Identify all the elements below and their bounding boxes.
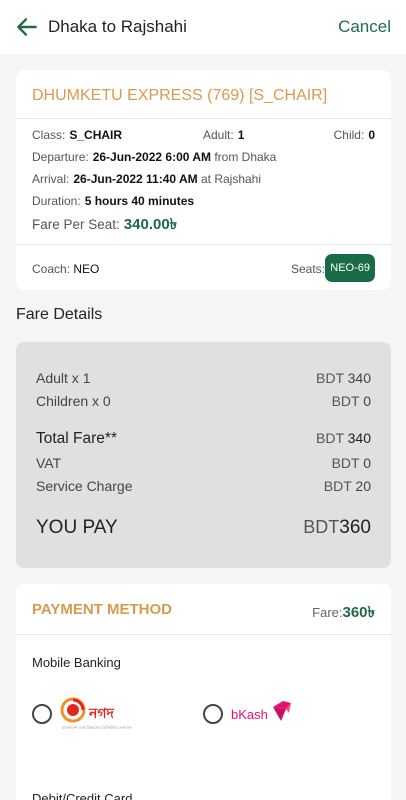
payment-method-title: PAYMENT METHOD (32, 601, 173, 618)
seats-label: Seats: (290, 262, 325, 276)
bkash-radio[interactable] (203, 704, 223, 724)
arrival-value: 26-Jun-2022 11:40 AM (73, 172, 198, 186)
vat-label: VAT (36, 455, 62, 471)
currency-label: BDT (331, 393, 360, 409)
child-value: 0 (368, 128, 375, 142)
adult-value: 1 (237, 128, 245, 142)
train-info-card: DHUMKETU EXPRESS (769) [S_CHAIR] Class: S… (16, 70, 391, 290)
class-value: S_CHAIR (69, 128, 123, 142)
service-charge-row: Service Charge BDT 20 (36, 478, 371, 494)
divider (16, 118, 391, 119)
departure-label: Departure: (32, 150, 89, 164)
you-pay-row: YOU PAY BDT360 (36, 517, 371, 539)
nagad-option[interactable]: নগদ বাংলাদেশ ডাক বিভাগের ডিজিটাল লেনদেন (60, 697, 132, 731)
back-arrow-icon[interactable] (14, 14, 40, 40)
nagad-radio[interactable] (32, 704, 52, 724)
nagad-logo-icon (60, 697, 86, 723)
fare-per-seat-label: Fare Per Seat: (32, 217, 120, 232)
service-charge-label: Service Charge (36, 478, 133, 494)
class-info: Class: S_CHAIR (32, 128, 122, 142)
adult-fare-label: Adult x 1 (36, 370, 91, 386)
currency-label: BDT (303, 517, 340, 537)
nagad-label: নগদ (89, 706, 114, 722)
total-fare-row: Total Fare** BDT 340 (36, 430, 371, 448)
total-fare-label: Total Fare** (36, 430, 117, 447)
total-fare-amount: 340 (347, 430, 371, 446)
payment-method-card: PAYMENT METHOD Fare:360৳ Mobile Banking … (16, 584, 391, 800)
service-charge-amount: 20 (355, 478, 371, 494)
debit-credit-card-label: Debit/Credit Card (32, 791, 133, 800)
children-fare-row: Children x 0 BDT 0 (36, 393, 371, 409)
cancel-button[interactable]: Cancel (338, 17, 391, 37)
fare-per-seat: Fare Per Seat: 340.00৳ (32, 213, 177, 238)
you-pay-label: YOU PAY (36, 517, 118, 538)
children-fare-label: Children x 0 (36, 393, 111, 409)
currency-label: BDT (316, 430, 344, 446)
payment-fare-value: 360৳ (342, 604, 376, 621)
vat-row: VAT BDT 0 (36, 455, 371, 471)
mobile-banking-label: Mobile Banking (32, 655, 121, 670)
class-label: Class: (32, 128, 66, 142)
departure-from: from Dhaka (214, 150, 277, 164)
fare-per-seat-value: 340.00৳ (123, 216, 178, 233)
child-info: Child: 0 (334, 128, 375, 142)
arrival-label: Arrival: (32, 172, 70, 186)
adult-info: Adult: 1 (203, 128, 244, 142)
arrival-to: at Rajshahi (200, 172, 262, 186)
duration-label: Duration: (32, 194, 81, 208)
currency-label: BDT (323, 478, 352, 494)
coach-label: Coach: (32, 262, 71, 276)
vat-amount: 0 (363, 455, 371, 471)
duration-info: Duration: 5 hours 40 minutes (32, 194, 194, 208)
child-label: Child: (333, 128, 365, 142)
fare-details-card: Adult x 1 BDT 340 Children x 0 BDT 0 Tot… (16, 342, 391, 568)
currency-label: BDT (316, 370, 344, 386)
you-pay-amount: 360 (339, 517, 371, 538)
fare-details-title: Fare Details (16, 306, 103, 323)
adult-fare-amount: 340 (347, 370, 371, 386)
payment-fare-label: Fare: (312, 605, 343, 620)
arrival-info: Arrival: 26-Jun-2022 11:40 AM at Rajshahi (32, 172, 261, 186)
route-title: Dhaka to Rajshahi (48, 17, 187, 36)
adult-fare-row: Adult x 1 BDT 340 (36, 370, 371, 386)
divider (16, 244, 391, 245)
bkash-label: bKash (231, 707, 268, 722)
adult-label: Adult: (203, 128, 234, 142)
seat-badge[interactable]: NEO-69 (325, 254, 375, 282)
departure-value: 26-Jun-2022 6:00 AM (92, 150, 211, 164)
coach-value: NEO (73, 262, 100, 276)
currency-label: BDT (331, 455, 360, 471)
bkash-option[interactable]: bKash (231, 699, 301, 729)
app-header: Dhaka to Rajshahi Cancel (0, 0, 406, 54)
coach-info: Coach: NEO (32, 262, 99, 276)
bkash-bird-icon (273, 701, 291, 721)
nagad-tagline: বাংলাদেশ ডাক বিভাগের ডিজিটাল লেনদেন (62, 725, 132, 730)
divider (16, 634, 391, 635)
train-name: DHUMKETU EXPRESS (769) [S_CHAIR] (32, 87, 328, 104)
children-fare-amount: 0 (363, 393, 371, 409)
departure-info: Departure: 26-Jun-2022 6:00 AM from Dhaka (32, 150, 276, 164)
payment-fare: Fare:360৳ (312, 601, 375, 626)
duration-value: 5 hours 40 minutes (84, 194, 195, 208)
